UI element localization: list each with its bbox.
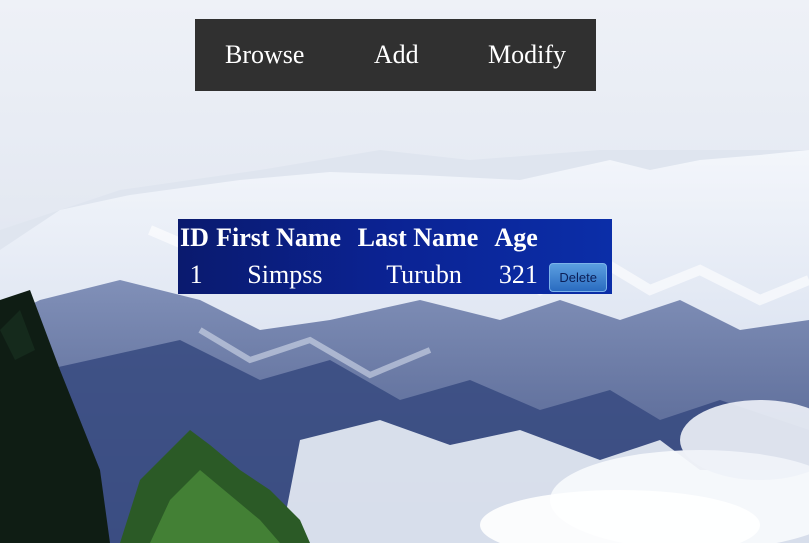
nav-add-link[interactable]: Add (374, 40, 419, 70)
records-table: ID First Name Last Name Age 1 Simpss Tur… (178, 219, 612, 294)
nav-modify-link[interactable]: Modify (488, 40, 566, 70)
header-age: Age (494, 222, 538, 252)
cell-action: Delete (544, 256, 612, 294)
table-body: 1 Simpss Turubn 321 Delete (178, 256, 612, 294)
header-id: ID (180, 222, 209, 252)
cell-age: 321 (498, 260, 538, 289)
nav-browse-link[interactable]: Browse (225, 40, 304, 70)
header-action (544, 219, 612, 256)
delete-button[interactable]: Delete (549, 262, 607, 292)
header-first-name: First Name (216, 222, 342, 252)
table-header-row: ID First Name Last Name Age (178, 219, 612, 256)
cell-last-name: Turubn (386, 260, 462, 289)
table-row: 1 Simpss Turubn 321 Delete (178, 256, 612, 294)
cell-first-name: Simpss (247, 260, 323, 289)
cell-id: 1 (189, 260, 203, 289)
page: Browse Add Modify ID First Name Last Nam… (0, 0, 809, 543)
top-navbar: Browse Add Modify (195, 19, 596, 91)
header-last-name: Last Name (357, 222, 479, 252)
table-header: ID First Name Last Name Age (178, 219, 612, 256)
